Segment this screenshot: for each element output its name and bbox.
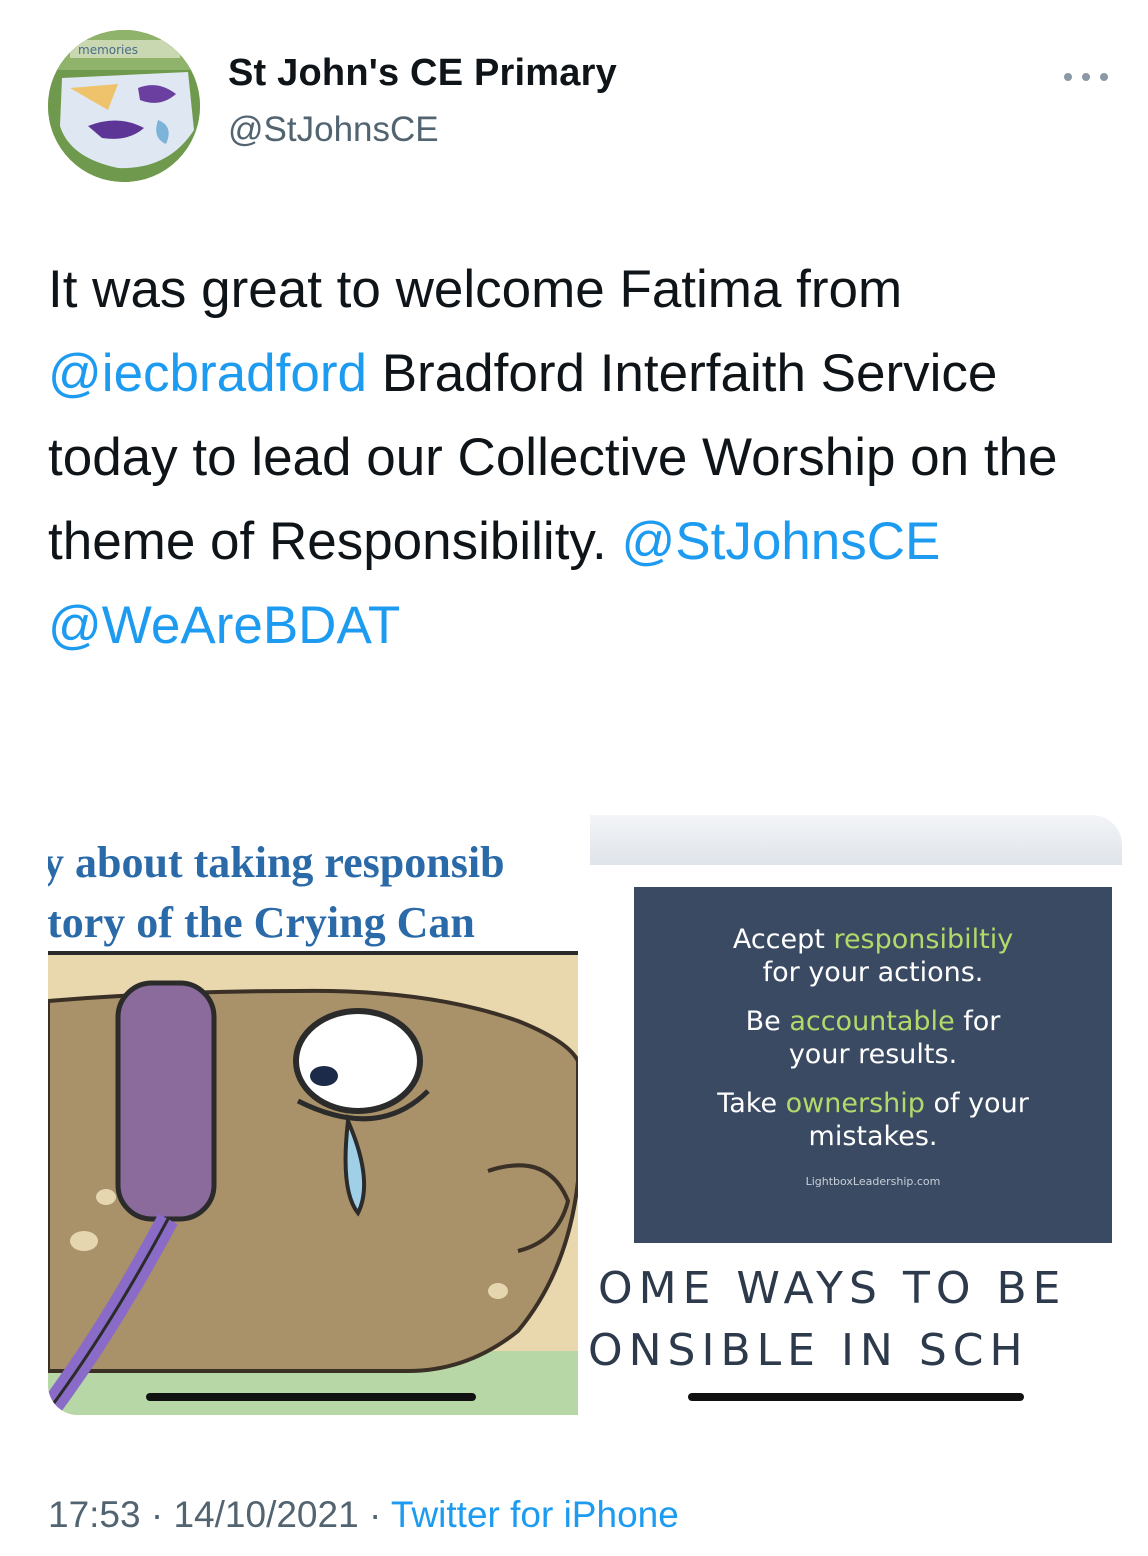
tip-2-mid: for [954, 1006, 1001, 1037]
left-image-caption-1: y about taking responsib [48, 838, 505, 887]
media-scrubber-right[interactable] [688, 1393, 1024, 1401]
avatar-image: memories [48, 30, 200, 182]
tip-1-highlight: responsibiltiy [833, 924, 1014, 955]
right-image-heading-2: ONSIBLE IN SCH [590, 1325, 1029, 1376]
image-top-band [590, 815, 1122, 865]
media-gallery: y about taking responsib story of the Cr… [48, 815, 1122, 1415]
media-scrubber-left[interactable] [146, 1393, 476, 1401]
tip-1: Accept responsibiltiy for your actions. [634, 887, 1112, 989]
avatar-sign: memories [78, 43, 138, 57]
tip-2: Be accountable for your results. [634, 1005, 1112, 1071]
dot [1082, 73, 1090, 81]
tip-2-post: your results. [788, 1039, 958, 1070]
tweet-header: memories St John's CE Primary @StJohnsCE [48, 30, 1108, 182]
display-name[interactable]: St John's CE Primary [228, 52, 617, 95]
tip-1-post: for your actions. [762, 957, 984, 988]
tip-3-mid: of your [924, 1088, 1029, 1119]
slide-source-url: LightboxLeadership.com [805, 1175, 941, 1188]
tip-2-pre: Be [745, 1006, 790, 1037]
tip-2-highlight: accountable [789, 1006, 955, 1037]
mention-wearebdat[interactable]: @WeAreBDAT [48, 596, 400, 655]
tweet-time[interactable]: 17:53 [48, 1494, 141, 1535]
tip-3: Take ownership of your mistakes. [634, 1087, 1112, 1153]
responsibility-slide: Accept responsibiltiy for your actions. B… [634, 887, 1112, 1243]
mention-stjohnsce[interactable]: @StJohnsCE [621, 512, 940, 571]
meta-separator: · [140, 1494, 174, 1535]
media-image-responsibility-tips[interactable]: Accept responsibiltiy for your actions. B… [590, 815, 1122, 1415]
avatar[interactable]: memories [48, 30, 200, 182]
tip-3-post: mistakes. [808, 1121, 938, 1152]
tweet-metadata: 17:53 · 14/10/2021 · Twitter for iPhone [48, 1494, 679, 1536]
crying-camel-illustration [48, 951, 578, 1415]
tweet-date[interactable]: 14/10/2021 [173, 1494, 358, 1535]
right-image-heading-1: OME WAYS TO BE [598, 1263, 1067, 1314]
dot [1100, 73, 1108, 81]
media-image-crying-camel[interactable]: y about taking responsib story of the Cr… [48, 815, 578, 1415]
dot [1064, 73, 1072, 81]
left-image-caption-2: story of the Crying Can [48, 898, 475, 947]
tip-3-highlight: ownership [785, 1088, 925, 1119]
meta-separator: · [358, 1494, 391, 1535]
mention-iecbradford[interactable]: @iecbradford [48, 344, 367, 403]
tweet-source-link[interactable]: Twitter for iPhone [391, 1494, 679, 1535]
more-dots-icon[interactable] [1064, 70, 1108, 84]
account-handle[interactable]: @StJohnsCE [228, 110, 439, 150]
tip-3-pre: Take [717, 1088, 786, 1119]
tweet-text-part: It was great to welcome Fatima from [48, 260, 903, 319]
tip-1-pre: Accept [732, 924, 834, 955]
tweet-text: It was great to welcome Fatima from @iec… [48, 248, 1108, 668]
